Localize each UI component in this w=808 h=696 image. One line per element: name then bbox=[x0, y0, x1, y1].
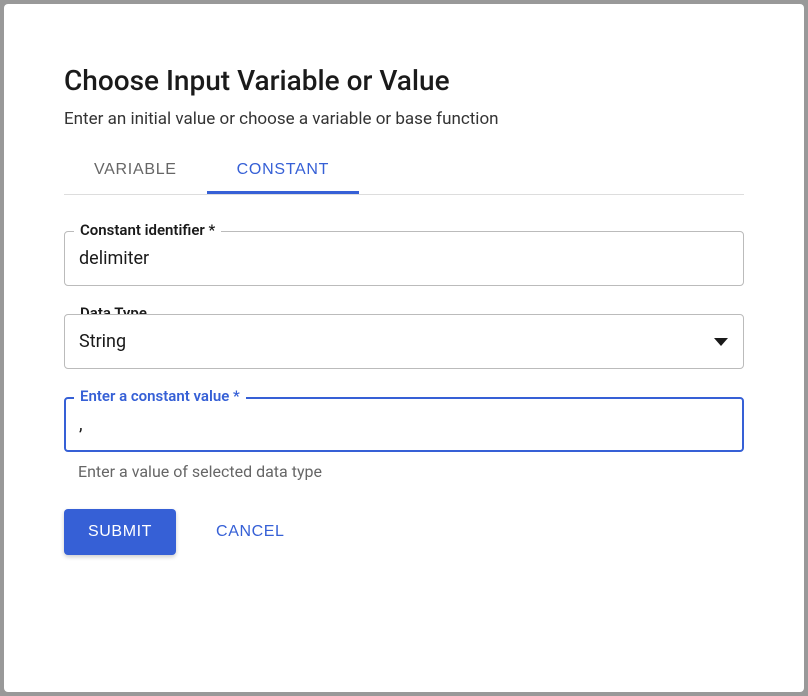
identifier-label: Constant identifier * bbox=[74, 221, 221, 239]
submit-button[interactable]: Submit bbox=[64, 509, 176, 555]
constant-value-input[interactable] bbox=[64, 397, 744, 452]
field-identifier: Constant identifier * bbox=[64, 231, 744, 286]
actions: Submit Cancel bbox=[64, 509, 744, 555]
cancel-button[interactable]: Cancel bbox=[216, 523, 285, 541]
tab-variable[interactable]: Variable bbox=[64, 149, 207, 194]
tabs: Variable Constant bbox=[64, 149, 744, 195]
dialog: Choose Input Variable or Value Enter an … bbox=[4, 4, 804, 692]
tab-constant[interactable]: Constant bbox=[207, 149, 359, 194]
identifier-input[interactable] bbox=[64, 231, 744, 286]
data-type-select-wrapper: String bbox=[64, 314, 744, 369]
dialog-title: Choose Input Variable or Value bbox=[64, 64, 744, 97]
field-constant-value: Enter a constant value * Enter a value o… bbox=[64, 397, 744, 481]
constant-value-helper: Enter a value of selected data type bbox=[78, 462, 744, 481]
constant-value-label: Enter a constant value * bbox=[74, 387, 246, 405]
field-data-type: Data Type String bbox=[64, 314, 744, 369]
data-type-select[interactable]: String bbox=[64, 314, 744, 369]
dialog-subtitle: Enter an initial value or choose a varia… bbox=[64, 109, 744, 129]
